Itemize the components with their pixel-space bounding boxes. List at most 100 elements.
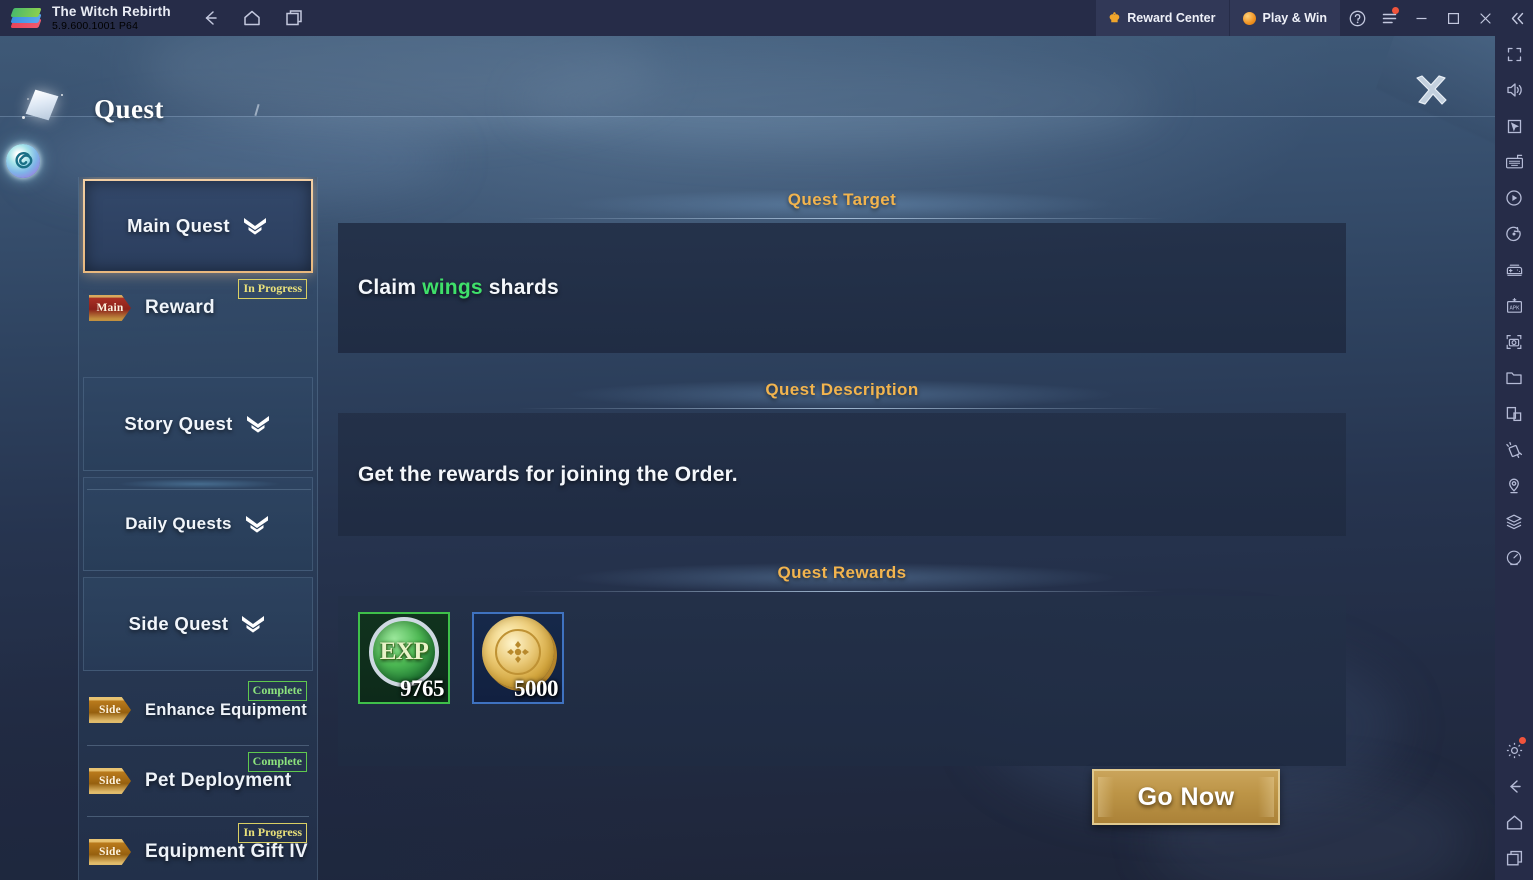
quest-detail-pane: Quest Target Claim wings shards Quest De…	[338, 177, 1346, 880]
chevron-double-down-icon	[243, 513, 271, 535]
menu-button[interactable]	[1373, 0, 1405, 36]
status-badge: In Progress	[238, 823, 307, 843]
status-badge: Complete	[247, 681, 307, 701]
close-button[interactable]	[1469, 0, 1501, 36]
quest-tag: Main	[89, 295, 131, 321]
quest-row-enhance-equipment[interactable]: Side Enhance Equipment Complete	[83, 675, 313, 745]
section-title: Quest Target	[787, 190, 897, 209]
titlebar-recents-button[interactable]	[277, 0, 311, 36]
quest-target-body: Claim wings shards	[338, 223, 1346, 353]
category-label: Main Quest	[127, 215, 230, 236]
page-title: Quest	[94, 93, 164, 124]
titlebar-home-button[interactable]	[235, 0, 269, 36]
reward-item-exp[interactable]: EXP 9765	[358, 612, 450, 704]
category-label: Story Quest	[124, 413, 233, 434]
category-side-quest[interactable]: Side Quest	[83, 577, 313, 671]
collapse-sidebar-button[interactable]	[1501, 0, 1533, 36]
rotate-icon[interactable]	[1495, 216, 1533, 252]
category-main-quest[interactable]: Main Quest	[83, 179, 313, 273]
quest-target-heading: Quest Target	[338, 177, 1346, 223]
quest-tag: Side	[89, 839, 131, 865]
play-circle-icon[interactable]	[1495, 180, 1533, 216]
apk-install-icon[interactable]: APK	[1495, 288, 1533, 324]
category-daily-quests[interactable]: Daily Quests	[83, 477, 313, 571]
quest-target-text: Claim wings shards	[358, 276, 559, 299]
reward-center-button[interactable]: ♚ Reward Center	[1095, 0, 1230, 36]
quest-gem-icon	[18, 82, 72, 136]
quest-row-equipment-gift-iv[interactable]: Side Equipment Gift IV In Progress	[83, 817, 313, 880]
toolbar-bottom-group	[1495, 732, 1533, 880]
settings-notification-badge	[1519, 737, 1526, 744]
fullscreen-icon[interactable]	[1495, 36, 1533, 72]
quest-rewards-heading: Quest Rewards	[338, 550, 1346, 596]
quest-row-reward[interactable]: Main Reward In Progress	[83, 273, 313, 343]
quest-description-text: Get the rewards for joining the Order.	[358, 462, 738, 486]
help-button[interactable]	[1341, 0, 1373, 36]
reward-amount: 5000	[514, 676, 559, 701]
quest-tag: Side	[89, 768, 131, 794]
titlebar-back-button[interactable]	[193, 0, 227, 36]
quest-header-bar	[0, 36, 1495, 116]
reward-item-coin[interactable]: 5000	[472, 612, 564, 704]
camera-icon[interactable]	[1495, 324, 1533, 360]
gauge-icon[interactable]	[1495, 540, 1533, 576]
status-badge: In Progress	[238, 279, 307, 299]
quest-description-heading: Quest Description	[338, 367, 1346, 413]
section-title: Quest Description	[765, 380, 919, 399]
quest-title-block: Quest	[18, 82, 164, 136]
svg-text:APK: APK	[1509, 305, 1520, 311]
play-and-win-button[interactable]: Play & Win	[1229, 0, 1341, 36]
go-now-button[interactable]: Go Now	[1092, 769, 1280, 825]
app-version: 5.9.600.1001 P64	[52, 20, 139, 33]
folder-icon[interactable]	[1495, 360, 1533, 396]
quest-target-highlight: wings	[422, 276, 483, 299]
quest-name: Equipment Gift IV	[145, 841, 308, 862]
shake-icon[interactable]	[1495, 432, 1533, 468]
close-x-icon	[1416, 75, 1447, 105]
titlebar-right-controls: ♚ Reward Center Play & Win	[1095, 0, 1533, 36]
bluestacks-titlebar: The Witch Rebirth 5.9.600.1001 P64 ♚ Rew…	[0, 0, 1533, 36]
sidebar-recents-button[interactable]	[1495, 840, 1533, 876]
status-badge: Complete	[247, 752, 307, 772]
quest-name: Reward	[145, 297, 215, 318]
gear-icon[interactable]	[1495, 732, 1533, 768]
quest-rewards-body: EXP 9765 5000	[338, 596, 1346, 766]
chevron-double-down-icon	[239, 613, 267, 635]
volume-icon[interactable]	[1495, 72, 1533, 108]
quest-category-list[interactable]: Main Quest Main Reward In Progress Story…	[78, 177, 318, 880]
quest-row-pet-deployment[interactable]: Side Pet Deployment Complete	[83, 746, 313, 816]
bluestacks-sidebar-toolbar: APK	[1495, 36, 1533, 880]
go-now-label: Go Now	[1137, 782, 1235, 811]
reward-amount: 9765	[400, 676, 445, 701]
quest-name: Enhance Equipment	[145, 700, 308, 719]
location-pin-icon[interactable]	[1495, 468, 1533, 504]
category-story-quest[interactable]: Story Quest	[83, 377, 313, 471]
menu-notification-badge	[1392, 7, 1399, 14]
quest-tag: Side	[89, 697, 131, 723]
copy-windows-icon[interactable]	[1495, 396, 1533, 432]
game-viewport[interactable]: Quest Main Quest Main Reward In Progress	[0, 36, 1495, 880]
exp-label: EXP	[379, 638, 429, 666]
maximize-button[interactable]	[1437, 0, 1469, 36]
crown-icon: ♚	[1108, 10, 1121, 25]
chevron-double-down-icon	[241, 215, 269, 237]
minimize-button[interactable]	[1405, 0, 1437, 36]
sidebar-home-button[interactable]	[1495, 804, 1533, 840]
sidebar-back-button[interactable]	[1495, 768, 1533, 804]
keyboard-icon[interactable]	[1495, 144, 1533, 180]
cursor-pointer-icon[interactable]	[1495, 108, 1533, 144]
spiral-swirl-icon[interactable]	[6, 144, 40, 178]
reward-center-label: Reward Center	[1127, 11, 1216, 25]
layers-icon[interactable]	[1495, 504, 1533, 540]
section-title: Quest Rewards	[777, 563, 907, 582]
category-label: Side Quest	[128, 613, 229, 634]
gamepad-icon[interactable]	[1495, 252, 1533, 288]
quest-description-body: Get the rewards for joining the Order.	[338, 413, 1346, 536]
app-title: The Witch Rebirth	[52, 3, 171, 19]
category-label: Daily Quests	[125, 514, 232, 533]
bluestacks-logo-icon	[10, 6, 42, 30]
header-divider	[0, 116, 1495, 117]
titlebar-nav-group	[193, 0, 311, 36]
play-and-win-label: Play & Win	[1262, 11, 1327, 25]
quest-name: Pet Deployment	[145, 770, 292, 791]
